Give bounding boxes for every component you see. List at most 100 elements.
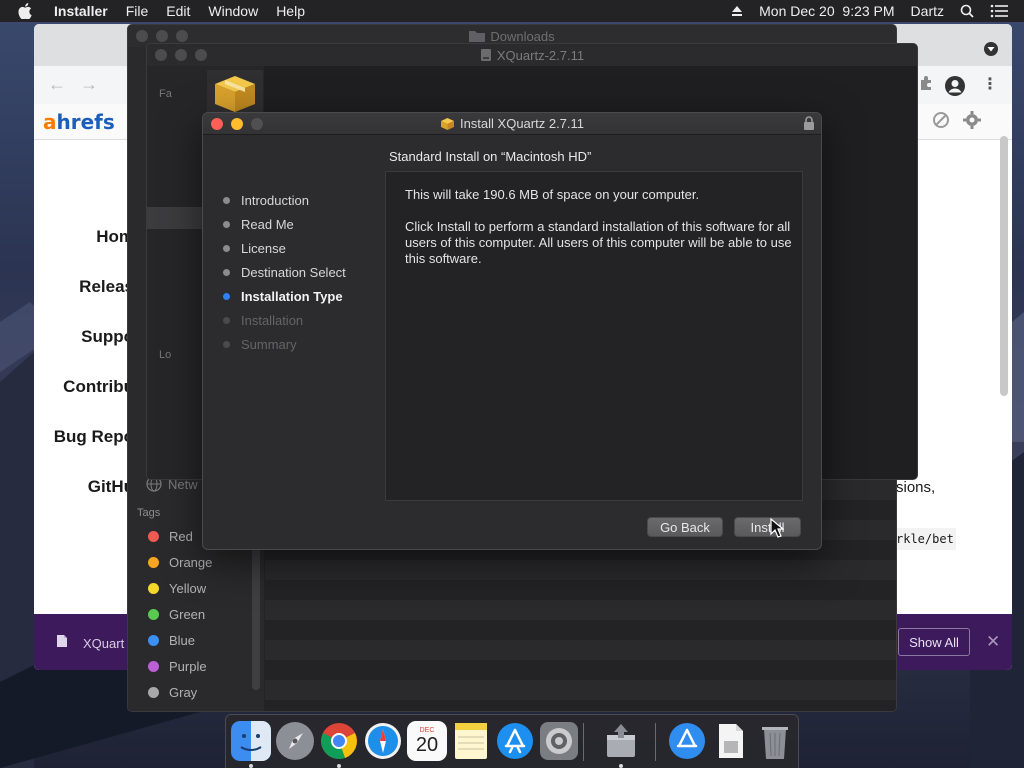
tag-label: Purple <box>169 659 207 674</box>
menu-edit[interactable]: Edit <box>166 3 190 19</box>
sidenav-releases[interactable]: Releas <box>79 277 134 297</box>
settings-gear-icon[interactable] <box>962 110 982 133</box>
downloads-stack-icon[interactable] <box>711 721 751 761</box>
tag-color-dot <box>148 661 159 672</box>
step-installation: Installation <box>223 313 303 328</box>
menu-window[interactable]: Window <box>208 3 258 19</box>
dock-divider <box>583 723 584 761</box>
extensions-puzzle-icon[interactable] <box>918 75 934 94</box>
xquartz-package-icon[interactable] <box>207 70 263 117</box>
mouse-pointer-icon <box>770 517 785 541</box>
chrome-kebab-menu-icon[interactable]: ⋮ <box>982 74 998 94</box>
menu-help[interactable]: Help <box>276 3 305 19</box>
calendar-month: DEC <box>419 727 435 734</box>
download-bar-close-icon[interactable]: ✕ <box>986 632 1000 652</box>
notes-icon[interactable] <box>451 721 491 761</box>
menubar-clock[interactable]: Mon Dec 20 9:23 PM <box>759 3 894 19</box>
list-row-stripe <box>265 680 896 700</box>
tag-label: Gray <box>169 685 198 700</box>
download-item-name[interactable]: XQuart <box>83 636 124 651</box>
disk-space-text: This will take 190.6 MB of space on your… <box>405 187 700 202</box>
zoom-icon[interactable] <box>195 49 207 61</box>
package-icon <box>440 117 455 130</box>
step-label: License <box>241 241 286 256</box>
tag-color-dot <box>148 557 159 568</box>
block-icon[interactable] <box>932 111 950 132</box>
step-label: Destination Select <box>241 265 346 280</box>
minimize-icon[interactable] <box>156 30 168 42</box>
close-icon[interactable] <box>136 30 148 42</box>
close-icon[interactable] <box>211 118 223 130</box>
tag-color-dot <box>148 531 159 542</box>
running-indicator <box>249 764 253 768</box>
menubar-user[interactable]: Dartz <box>911 3 944 19</box>
list-row-stripe <box>265 600 896 620</box>
step-license: License <box>223 241 286 256</box>
apple-icon[interactable] <box>18 3 40 19</box>
launchpad-icon[interactable] <box>275 721 315 761</box>
step-label: Installation Type <box>241 289 343 304</box>
xquartz-titlebar: XQuartz-2.7.11 <box>147 44 917 66</box>
ahrefs-logo[interactable]: ahrefs <box>43 110 115 134</box>
lock-icon[interactable] <box>803 116 815 133</box>
minimize-icon[interactable] <box>231 118 243 130</box>
tag-color-dot <box>148 687 159 698</box>
profile-avatar-icon[interactable] <box>944 75 966 100</box>
tag-orange[interactable]: Orange <box>148 555 212 570</box>
eject-icon[interactable] <box>731 5 743 17</box>
folder-icon <box>469 30 486 42</box>
dock: DEC 20 <box>225 714 799 768</box>
app-store-icon[interactable] <box>495 721 535 761</box>
system-preferences-icon[interactable] <box>539 721 579 761</box>
list-row-stripe <box>265 560 896 580</box>
install-heading: Standard Install on “Macintosh HD” <box>389 149 592 164</box>
tag-gray[interactable]: Gray <box>148 685 197 700</box>
tag-purple[interactable]: Purple <box>148 659 207 674</box>
zoom-icon[interactable] <box>176 30 188 42</box>
running-indicator <box>337 764 341 768</box>
spotlight-search-icon[interactable] <box>960 4 974 18</box>
step-indicator <box>223 341 230 348</box>
safari-icon[interactable] <box>363 721 403 761</box>
sidenav-contribute[interactable]: Contribu <box>63 377 134 397</box>
forward-arrow-icon[interactable]: → <box>80 74 98 95</box>
tag-blue[interactable]: Blue <box>148 633 195 648</box>
menu-app-name[interactable]: Installer <box>54 3 108 19</box>
menu-file[interactable]: File <box>126 3 149 19</box>
step-installation-type: Installation Type <box>223 289 343 304</box>
install-button[interactable]: Install <box>734 517 801 537</box>
zoom-icon <box>251 118 263 130</box>
running-indicator <box>619 764 623 768</box>
disk-image-icon <box>480 48 492 62</box>
go-back-button[interactable]: Go Back <box>647 517 723 537</box>
tag-yellow[interactable]: Yellow <box>148 581 206 596</box>
install-description-text: Click Install to perform a standard inst… <box>405 219 792 266</box>
notification-list-icon[interactable] <box>990 4 1008 18</box>
minimize-icon[interactable] <box>175 49 187 61</box>
sidenav-bug-report[interactable]: Bug Repo <box>54 427 134 447</box>
step-label: Installation <box>241 313 304 328</box>
tag-red[interactable]: Red <box>148 529 193 544</box>
finder-icon[interactable] <box>231 721 271 761</box>
tag-label: Red <box>169 529 193 544</box>
back-arrow-icon[interactable]: ← <box>48 74 66 95</box>
page-scrollbar[interactable] <box>1000 136 1008 396</box>
installer-icon[interactable] <box>601 721 641 761</box>
applications-folder-icon[interactable] <box>667 721 707 761</box>
installer-dialog: Install XQuartz 2.7.11 Standard Install … <box>202 112 822 550</box>
show-all-downloads-button[interactable]: Show All <box>898 628 970 656</box>
tag-color-dot <box>148 583 159 594</box>
installer-window-title: Install XQuartz 2.7.11 <box>459 116 585 131</box>
close-icon[interactable] <box>155 49 167 61</box>
chrome-icon[interactable] <box>319 721 359 761</box>
calendar-icon[interactable]: DEC 20 <box>407 721 447 761</box>
trash-icon[interactable] <box>755 721 795 761</box>
install-info-panel: This will take 190.6 MB of space on your… <box>385 171 803 501</box>
tag-label: Blue <box>169 633 196 648</box>
step-indicator <box>223 221 230 228</box>
chrome-menu-chevron-icon[interactable] <box>984 42 998 59</box>
favorites-section-title: Fa <box>159 88 172 100</box>
installer-titlebar: Install XQuartz 2.7.11 <box>203 113 821 135</box>
tag-green[interactable]: Green <box>148 607 205 622</box>
step-label: Introduction <box>241 193 309 208</box>
